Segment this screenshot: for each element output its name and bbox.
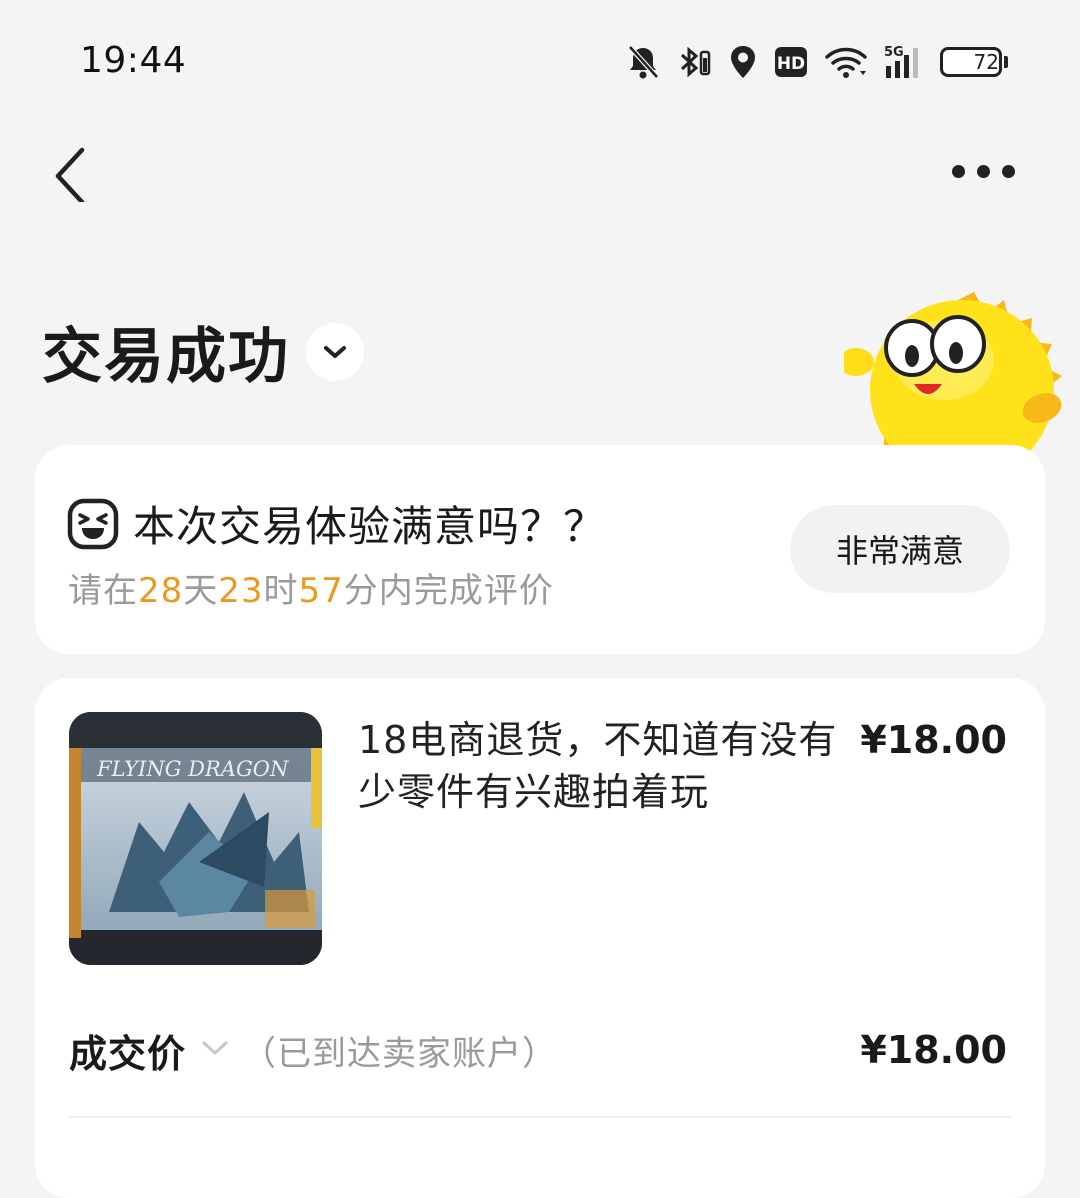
divider xyxy=(69,1116,1011,1118)
deal-price-note: （已到达卖家账户） xyxy=(242,1033,558,1074)
product-price: ¥18.00 xyxy=(860,718,1007,762)
product-title[interactable]: 18电商退货，不知道有没有少零件有兴趣拍着玩 xyxy=(358,714,858,818)
deal-price-value: ¥18.00 xyxy=(860,1028,1007,1072)
product-box-text: FLYING DRAGON xyxy=(96,757,289,781)
days-unit: 天 xyxy=(183,571,219,611)
signal-icon: 5G xyxy=(884,44,924,80)
mute-bell-icon xyxy=(626,44,660,80)
deal-price-label: 成交价 xyxy=(69,1031,187,1076)
laughing-face-icon xyxy=(67,498,119,549)
wifi-icon xyxy=(824,45,868,79)
evaluation-question-text: 本次交易体验满意吗？？ xyxy=(133,502,607,551)
hd-icon: HD xyxy=(774,46,808,78)
very-satisfied-button[interactable]: 非常满意 xyxy=(790,505,1010,593)
more-button[interactable] xyxy=(952,156,1022,186)
deal-expand-button[interactable] xyxy=(200,1038,230,1062)
more-dots-icon xyxy=(952,164,965,178)
title-row: 交易成功 xyxy=(42,308,364,395)
deadline-minutes: 57 xyxy=(298,571,344,611)
network-label: 5G xyxy=(884,45,904,60)
status-time: 19:44 xyxy=(80,40,187,81)
deadline-suffix: 分内完成评价 xyxy=(343,571,554,611)
back-button[interactable] xyxy=(44,132,104,205)
status-bar: 19:44 HD 5G 72 xyxy=(0,0,1080,120)
deadline-days: 28 xyxy=(138,571,184,611)
hd-label: HD xyxy=(777,54,805,74)
nav-bar xyxy=(0,120,1080,220)
evaluation-card: 本次交易体验满意吗？？ 请在28天23时57分内完成评价 非常满意 xyxy=(35,445,1045,654)
chevron-down-icon xyxy=(202,1041,228,1055)
deadline-hours: 23 xyxy=(218,571,264,611)
order-card: FLYING DRAGON 18电商退货，不知道有没有少零件有兴趣拍着玩 ¥18… xyxy=(35,678,1045,1198)
battery-level: 72 xyxy=(973,50,999,74)
chevron-down-icon xyxy=(324,345,346,358)
hours-unit: 时 xyxy=(263,571,299,611)
evaluation-deadline: 请在28天23时57分内完成评价 xyxy=(68,563,554,612)
status-icons: HD 5G 72 xyxy=(626,40,1008,84)
deal-price-row: 成交价 （已到达卖家账户） ¥18.00 xyxy=(69,1020,1007,1080)
page-title: 交易成功 xyxy=(42,322,290,392)
mascot-fish-illustration xyxy=(838,280,1074,480)
product-image[interactable]: FLYING DRAGON xyxy=(69,712,322,965)
chevron-left-icon xyxy=(55,147,85,205)
evaluation-question: 本次交易体验满意吗？？ xyxy=(67,493,606,554)
battery-icon: 72 xyxy=(940,47,1008,77)
status-toggle-button[interactable] xyxy=(306,322,364,381)
bluetooth-icon xyxy=(676,44,712,80)
deadline-prefix: 请在 xyxy=(68,571,138,611)
location-icon xyxy=(728,44,758,80)
